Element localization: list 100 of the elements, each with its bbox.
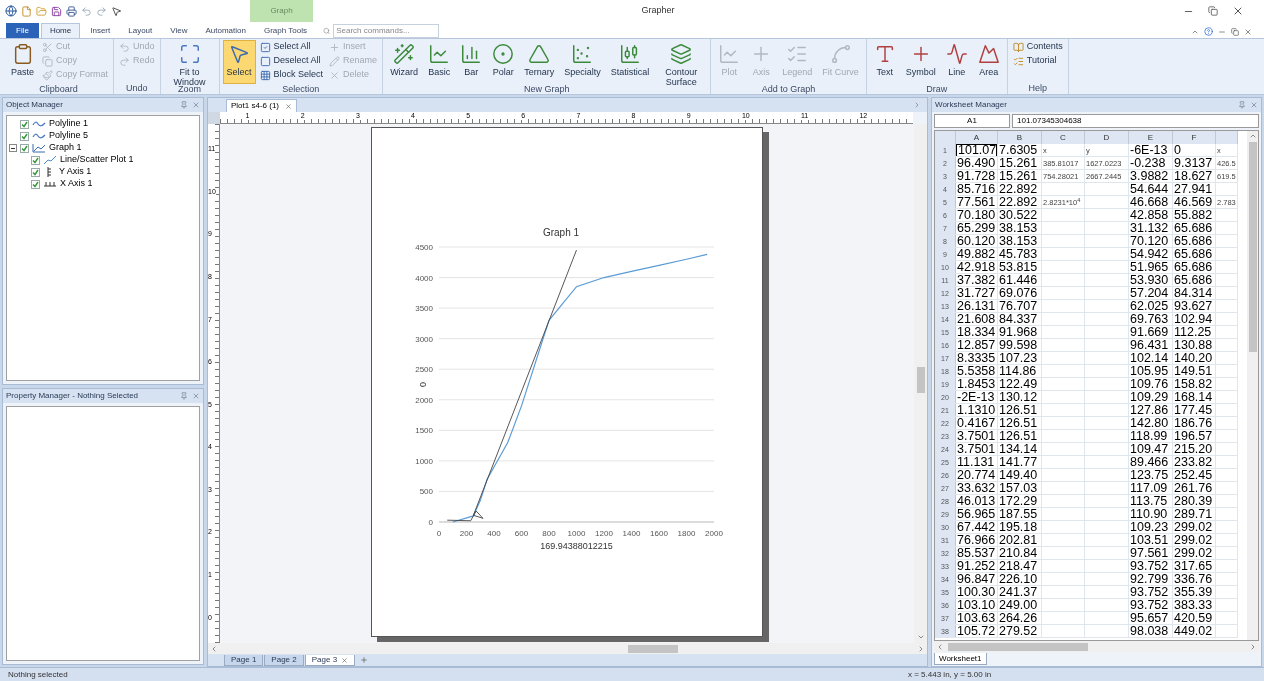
- checkbox[interactable]: [31, 167, 40, 177]
- scrollbar-thumb[interactable]: [627, 644, 678, 653]
- scrollbar-thumb[interactable]: [916, 366, 925, 393]
- horizontal-scrollbar[interactable]: [208, 643, 927, 654]
- column-header[interactable]: B: [998, 131, 1042, 144]
- tree-item-label[interactable]: Polyline 5: [49, 129, 89, 143]
- tree-item-label[interactable]: X Axis 1: [60, 177, 93, 191]
- table-cell: 109.23: [1129, 521, 1169, 533]
- table-cell: 158.82: [1173, 378, 1213, 390]
- ribbon-button[interactable]: Basic: [424, 40, 455, 84]
- close-icon: [285, 102, 293, 110]
- ribbon-button[interactable]: Ternary: [520, 40, 559, 84]
- ribbon-tab[interactable]: Layout: [120, 23, 161, 38]
- scrollbar-thumb[interactable]: [948, 642, 1088, 651]
- ribbon-tab[interactable]: View: [162, 23, 196, 38]
- ribbon-button[interactable]: Polar: [488, 40, 519, 84]
- sheet-tab[interactable]: Worksheet1: [934, 653, 987, 665]
- document-tab[interactable]: Plot1 s4-6 (1): [226, 99, 298, 112]
- candlestick-icon: [618, 43, 641, 65]
- scroll-down-icon: [916, 633, 925, 641]
- vertical-scrollbar[interactable]: [1247, 131, 1258, 640]
- ribbon-button[interactable]: Block Select: [257, 68, 326, 82]
- table-cell: 3.7501: [956, 430, 996, 442]
- checkbox[interactable]: [31, 179, 40, 189]
- table-cell: 26.131: [956, 300, 996, 312]
- pin-icon: [180, 392, 188, 400]
- ribbon-button[interactable]: Contents: [1010, 40, 1065, 54]
- ribbon-button[interactable]: Symbol: [901, 40, 940, 84]
- table-cell: 336.76: [1173, 573, 1213, 585]
- cell-value-field[interactable]: 101.07345304638: [1012, 114, 1259, 128]
- table-cell: 126.51: [998, 430, 1038, 442]
- page-tab[interactable]: Page 1: [224, 655, 264, 666]
- column-header[interactable]: E: [1129, 131, 1173, 144]
- table-cell: 96.847: [956, 573, 996, 585]
- table-cell: 42.858: [1129, 209, 1169, 221]
- table-cell: 289.71: [1173, 508, 1213, 520]
- pencil-icon: [329, 55, 341, 67]
- collapse-toggle[interactable]: [9, 144, 17, 152]
- page-tab[interactable]: Page 2: [264, 655, 304, 666]
- redo-icon: [119, 55, 131, 67]
- ribbon-tab[interactable]: Insert: [82, 23, 119, 38]
- checkbox[interactable]: [20, 131, 29, 141]
- ribbon-button[interactable]: Specialty: [560, 40, 605, 84]
- column-header[interactable]: D: [1085, 131, 1129, 144]
- select-all-icon: [259, 41, 271, 53]
- cell-reference-field[interactable]: A1: [934, 114, 1010, 128]
- triangle-icon: [528, 43, 551, 65]
- column-header[interactable]: F: [1173, 131, 1216, 144]
- scrollbar-thumb[interactable]: [1248, 142, 1257, 352]
- tree-item-label[interactable]: Polyline 1: [49, 117, 89, 131]
- tree-item-label[interactable]: Line/Scatter Plot 1: [60, 153, 134, 167]
- horizontal-scrollbar[interactable]: [934, 641, 1259, 652]
- zigzag-icon: [945, 43, 968, 65]
- ribbon-button[interactable]: Paste: [7, 40, 38, 84]
- undo-icon: [81, 5, 92, 17]
- table-cell: 93.752: [1129, 599, 1169, 611]
- ribbon-button[interactable]: Select: [222, 40, 256, 84]
- ribbon-tab[interactable]: File: [6, 23, 39, 38]
- ribbon-button[interactable]: Text: [869, 40, 900, 84]
- ribbon-tab[interactable]: Automation: [197, 23, 254, 38]
- ruler-corner: [208, 112, 220, 124]
- checkbox[interactable]: [31, 155, 40, 165]
- x-tick-label: 1600: [650, 529, 668, 538]
- column-header[interactable]: C: [1042, 131, 1085, 144]
- table-cell: 187.55: [998, 508, 1038, 520]
- checkbox[interactable]: [20, 119, 29, 129]
- table-cell: 5.5358: [956, 365, 996, 377]
- vertical-scrollbar[interactable]: [914, 124, 927, 643]
- table-cell: 102.94: [1173, 313, 1213, 325]
- ribbon-button[interactable]: Contour Surface: [655, 40, 708, 84]
- table-cell: 51.965: [1129, 261, 1169, 273]
- table-cell: 383.33: [1173, 599, 1213, 611]
- table-cell: 103.10: [956, 599, 996, 611]
- ribbon-tab[interactable]: Home: [40, 23, 81, 38]
- table-cell: 122.49: [998, 378, 1038, 390]
- ribbon-button[interactable]: Tutorial: [1010, 54, 1065, 68]
- table-cell: 11.131: [956, 456, 995, 468]
- tree-item-label[interactable]: Graph 1: [49, 141, 82, 155]
- ribbon-group-label: Selection: [281, 84, 321, 95]
- table-cell: -6E-13: [1129, 144, 1168, 156]
- table-cell: 91.252: [956, 560, 996, 572]
- ribbon-button[interactable]: Wizard: [386, 40, 423, 84]
- scroll-left-icon: [936, 642, 944, 651]
- list-icon: [1012, 55, 1024, 67]
- table-cell: 49.882: [956, 248, 996, 260]
- search-field[interactable]: Search commands...: [333, 23, 439, 38]
- ribbon-button[interactable]: Area: [973, 40, 1004, 84]
- checkbox[interactable]: [20, 143, 29, 153]
- x-tick-label: 1400: [622, 529, 641, 538]
- table-cell: 65.686: [1173, 248, 1213, 260]
- ribbon-button[interactable]: Statistical: [606, 40, 654, 84]
- ribbon-tab[interactable]: Graph Tools: [255, 23, 315, 38]
- restore-icon: [1208, 6, 1218, 16]
- table-cell: 103.51: [1129, 534, 1169, 546]
- tree-item-label[interactable]: Y Axis 1: [59, 165, 92, 179]
- ribbon-button[interactable]: Line: [941, 40, 972, 84]
- ribbon-button[interactable]: Select All: [257, 40, 326, 54]
- page-tab[interactable]: Page 3: [304, 655, 356, 666]
- ribbon-button[interactable]: Bar: [456, 40, 487, 84]
- ribbon-button[interactable]: Deselect All: [257, 54, 326, 68]
